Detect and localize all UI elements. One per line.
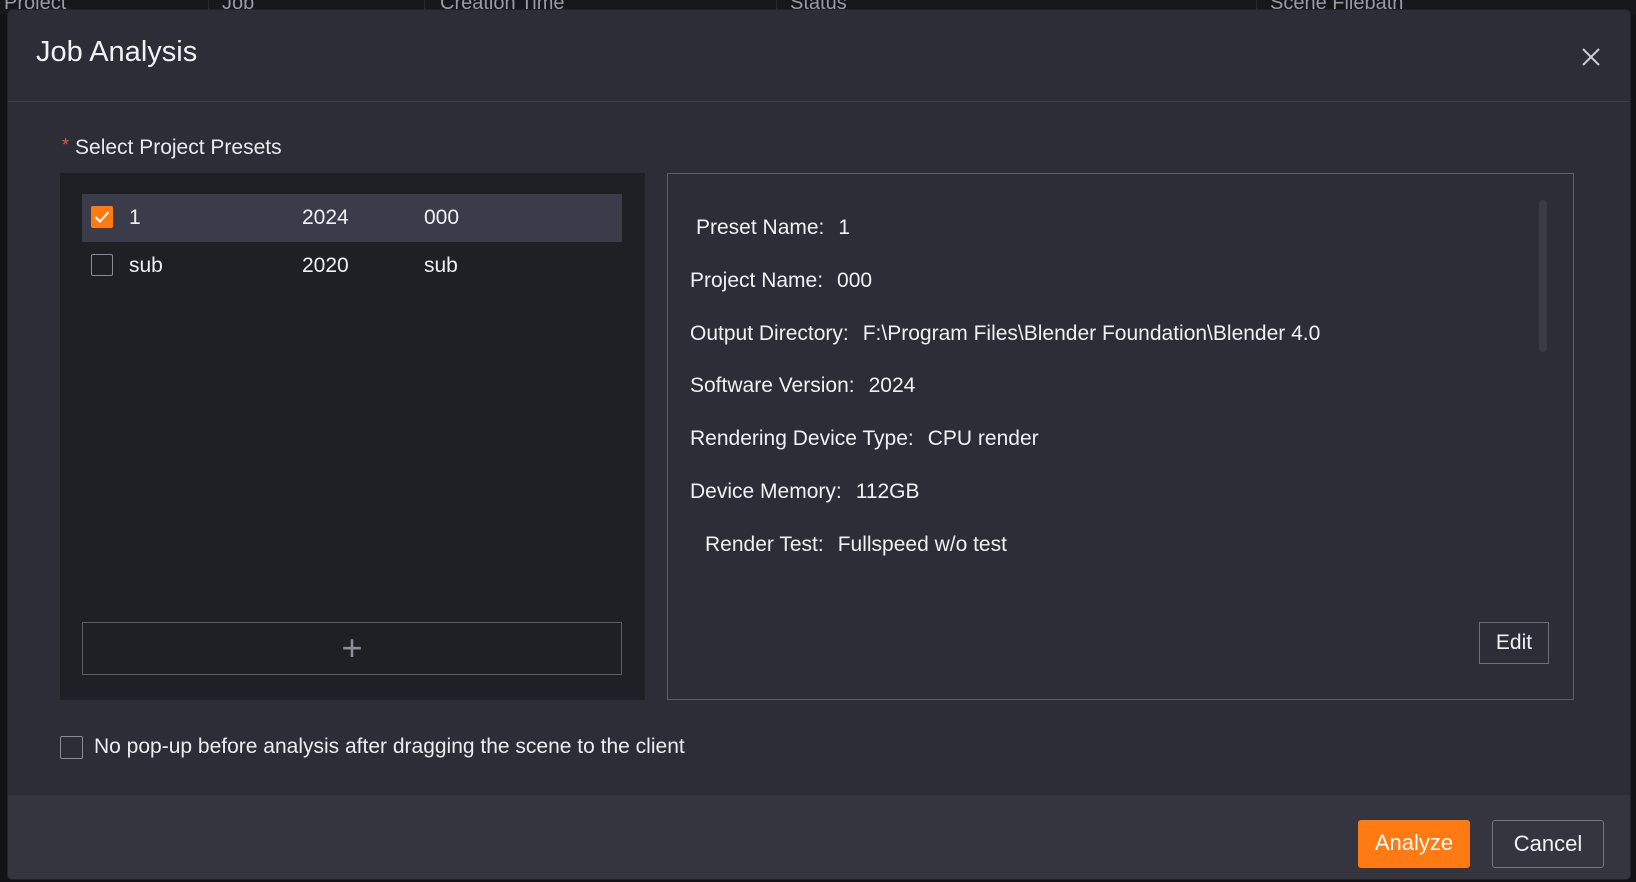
preset-version: 2024 <box>302 206 349 229</box>
output-directory-field: Output Directory: F:\Program Files\Blende… <box>690 322 1320 346</box>
job-analysis-dialog: Job Analysis * Select Project Presets 1 2… <box>8 10 1630 879</box>
software-version-field: Software Version: 2024 <box>690 374 915 398</box>
dialog-footer: Analyze Cancel <box>8 795 1630 879</box>
preset-version: 2020 <box>302 254 349 277</box>
render-test-field: Render Test: Fullspeed w/o test <box>705 533 1007 557</box>
field-label: Software Version: <box>690 374 855 397</box>
select-presets-label: * Select Project Presets <box>62 135 282 160</box>
field-value: F:\Program Files\Blender Foundation\Blen… <box>862 322 1321 345</box>
field-label: Preset Name: <box>696 216 825 239</box>
preset-project: 000 <box>424 206 460 229</box>
dialog-title: Job Analysis <box>36 36 198 68</box>
close-button[interactable] <box>1576 42 1606 72</box>
project-name-field: Project Name: 000 <box>690 269 872 293</box>
preset-row-sub[interactable]: sub 2020 sub <box>82 242 622 290</box>
field-value: Fullspeed w/o test <box>837 533 1007 556</box>
field-value: 1 <box>838 216 851 239</box>
dialog-header: Job Analysis <box>8 10 1630 102</box>
field-label: Rendering Device Type: <box>690 427 914 450</box>
preset-project: sub <box>424 254 458 277</box>
required-mark: * <box>62 135 70 155</box>
preset-checkbox[interactable] <box>91 254 113 276</box>
cancel-button[interactable]: Cancel <box>1492 820 1604 868</box>
no-popup-checkbox[interactable] <box>60 736 83 759</box>
field-value: 2024 <box>868 374 916 397</box>
preset-list: 1 2024 000 sub 2020 sub + <box>60 173 645 700</box>
field-value: 000 <box>837 269 873 292</box>
field-label: Output Directory: <box>690 322 849 345</box>
preset-name-field: Preset Name: 1 <box>696 216 850 240</box>
field-label: Render Test: <box>705 533 824 556</box>
no-popup-label: No pop-up before analysis after dragging… <box>94 735 685 758</box>
preset-checkbox[interactable] <box>91 206 113 228</box>
preset-row-1[interactable]: 1 2024 000 <box>82 194 622 242</box>
device-memory-field: Device Memory: 112GB <box>690 480 920 504</box>
preset-name: sub <box>129 254 163 277</box>
field-value: CPU render <box>927 427 1039 450</box>
field-label: Device Memory: <box>690 480 842 503</box>
details-scrollbar[interactable] <box>1539 200 1547 352</box>
preset-name: 1 <box>129 206 141 229</box>
plus-icon: + <box>341 627 363 668</box>
checkmark-icon <box>94 211 110 223</box>
edit-button[interactable]: Edit <box>1479 622 1549 664</box>
field-value: 112GB <box>855 480 920 503</box>
preset-details-panel: Preset Name: 1 Project Name: 000 Output Di… <box>667 173 1574 700</box>
rendering-device-type-field: Rendering Device Type: CPU render <box>690 427 1039 451</box>
analyze-button[interactable]: Analyze <box>1358 820 1470 868</box>
field-label: Project Name: <box>690 269 824 292</box>
add-preset-button[interactable]: + <box>82 622 622 675</box>
close-icon <box>1582 48 1600 66</box>
section-label-text: Select Project Presets <box>75 136 282 159</box>
